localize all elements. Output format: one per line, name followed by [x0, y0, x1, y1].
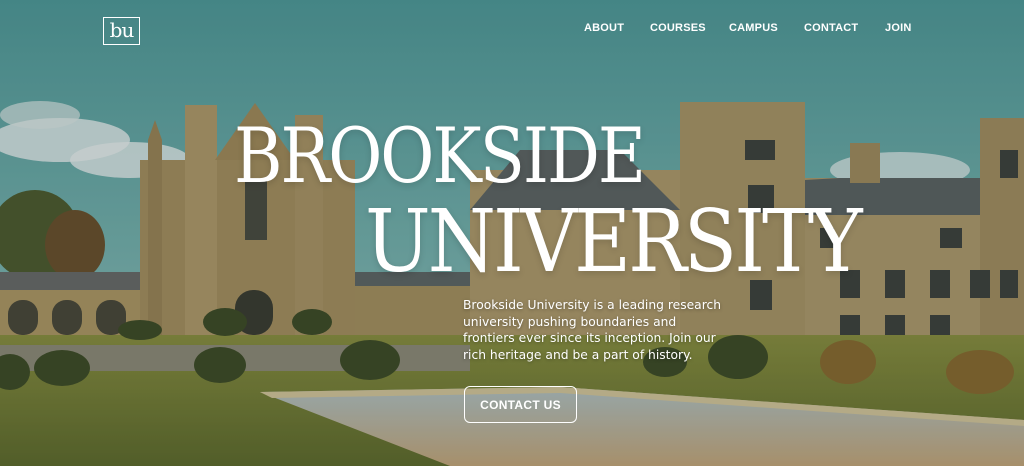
hero-title-line1: BROOKSIDE	[234, 112, 646, 201]
hero-title-line2: UNIVERSITY	[365, 193, 863, 292]
contact-us-button[interactable]: CONTACT US	[464, 386, 577, 423]
nav-item-courses[interactable]: COURSES	[650, 22, 706, 34]
nav-item-campus[interactable]: CAMPUS	[729, 22, 778, 34]
nav-item-about[interactable]: ABOUT	[584, 22, 624, 34]
nav-item-join[interactable]: JOIN	[885, 22, 911, 34]
nav-item-contact[interactable]: CONTACT	[804, 22, 858, 34]
hero-description: Brookside University is a leading resear…	[463, 298, 722, 362]
main-nav: ABOUT COURSES CAMPUS CONTACT JOIN	[0, 22, 1024, 36]
hero-section: bu ABOUT COURSES CAMPUS CONTACT JOIN BRO…	[0, 0, 1024, 466]
